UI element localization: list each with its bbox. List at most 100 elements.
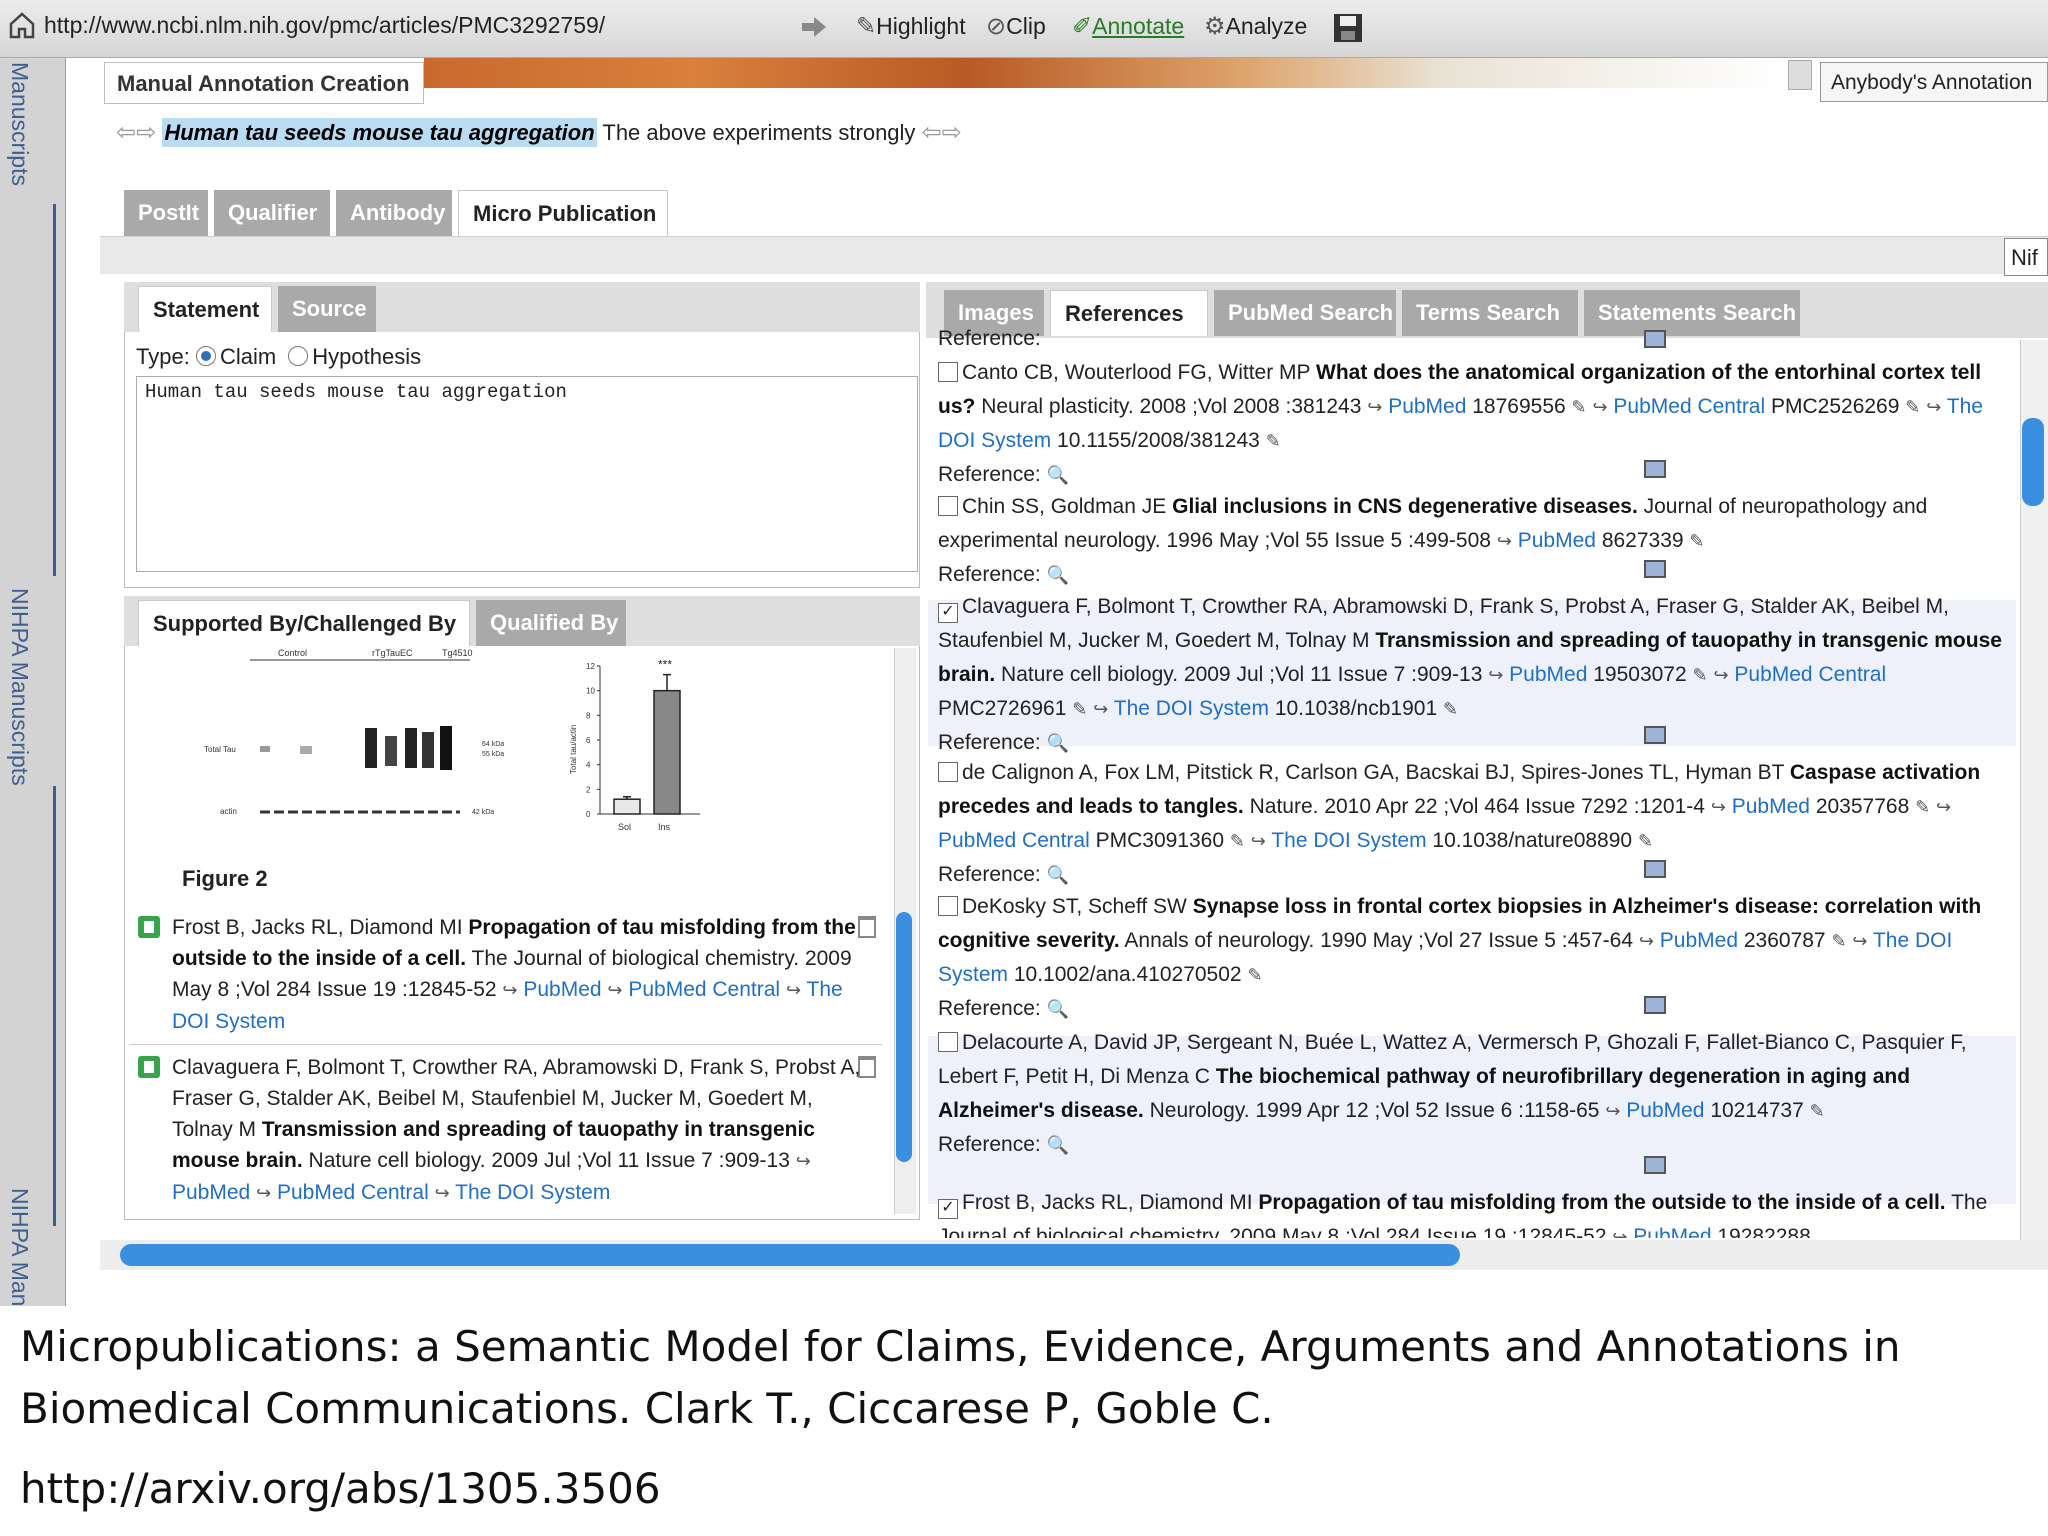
pubmed-link[interactable]: PubMed — [1509, 663, 1587, 686]
screen-icon[interactable] — [1644, 330, 1666, 348]
figure-image: Control rTgTauEC Tg4510 Total Tau actin … — [200, 646, 710, 846]
pmc-link[interactable]: PubMed Central — [1734, 663, 1886, 686]
sidebar-item-nihpa-manuscripts[interactable]: NIHPA Manuscripts — [6, 588, 33, 786]
edit-pencil-icon[interactable]: ✎ — [1810, 1094, 1825, 1128]
ref-journal: Neurology. 1999 Apr 12 ;Vol 52 Issue 6 :… — [1149, 1099, 1600, 1122]
blot-label-64kda: 64 kDa — [482, 741, 504, 748]
prev-arrow-icon[interactable]: ⇦ — [116, 119, 136, 146]
pubmed-id: 18769556 — [1472, 395, 1566, 418]
sidebar-item-manuscripts[interactable]: Manuscripts — [6, 62, 33, 186]
ref-authors: de Calignon A, Fox LM, Pitstick R, Carls… — [962, 761, 1785, 784]
clip-button[interactable]: ⊘Clip — [986, 12, 1046, 41]
doi-link[interactable]: The DOI System — [455, 1181, 610, 1204]
reference-item: DeKosky ST, Scheff SW Synapse loss in fr… — [938, 890, 2014, 1026]
edit-pencil-icon[interactable]: ✎ — [1443, 692, 1458, 726]
entry-divider — [130, 1044, 882, 1045]
tab-micro-publication[interactable]: Micro Publication — [458, 190, 668, 236]
edit-pencil-icon[interactable]: ✎ — [1072, 692, 1087, 726]
screen-icon[interactable] — [1644, 460, 1666, 478]
references-scroll-thumb[interactable] — [2022, 418, 2044, 506]
screen-icon[interactable] — [1644, 560, 1666, 578]
highlight-button[interactable]: ✎Highlight — [856, 12, 966, 41]
url-field[interactable]: http://www.ncbi.nlm.nih.gov/pmc/articles… — [44, 12, 605, 39]
reference-checkbox[interactable]: ✓ — [938, 1199, 958, 1219]
edit-pencil-icon[interactable]: ✎ — [1831, 924, 1846, 958]
reference-item: Chin SS, Goldman JE Glial inclusions in … — [938, 490, 2014, 592]
search-icon[interactable]: 🔍 — [1047, 726, 1069, 760]
reference-checkbox[interactable]: ✓ — [938, 603, 958, 623]
search-icon[interactable]: 🔍 — [1047, 558, 1069, 592]
next-arrow-icon[interactable]: ⇨ — [136, 119, 156, 146]
edit-pencil-icon[interactable]: ✎ — [1230, 824, 1245, 858]
pmc-link[interactable]: PubMed Central — [628, 978, 780, 1001]
clip-label: Clip — [1006, 13, 1046, 39]
pubmed-link[interactable]: PubMed — [1626, 1099, 1704, 1122]
go-arrow-icon[interactable] — [800, 14, 828, 45]
search-icon[interactable]: 🔍 — [1047, 458, 1069, 492]
edit-pencil-icon[interactable]: ✎ — [1689, 524, 1704, 558]
screen-icon[interactable] — [1644, 726, 1666, 744]
screen-icon[interactable] — [1644, 860, 1666, 878]
collapse-handle[interactable] — [1788, 60, 1812, 90]
tab-postit[interactable]: PostIt — [124, 190, 208, 236]
reference-item: ✓ Clavaguera F, Bolmont T, Crowther RA, A… — [938, 590, 2014, 760]
doi-link[interactable]: The DOI System — [1271, 829, 1426, 852]
pubmed-link[interactable]: PubMed — [1732, 795, 1810, 818]
hypothesis-radio[interactable] — [288, 346, 309, 366]
highlight-icon: ✎ — [856, 13, 877, 40]
search-icon[interactable]: 🔍 — [1047, 858, 1069, 892]
search-icon[interactable]: 🔍 — [1047, 1128, 1069, 1162]
reference-checkbox[interactable] — [938, 496, 958, 516]
reference-checkbox[interactable] — [938, 896, 958, 916]
nif-button[interactable]: Nif — [2004, 238, 2048, 276]
blot-lanes — [260, 726, 460, 814]
search-icon[interactable]: 🔍 — [1047, 992, 1069, 1026]
pmc-id: PMC3091360 — [1095, 829, 1225, 852]
tab-source[interactable]: Source — [278, 286, 376, 332]
pubmed-link[interactable]: PubMed — [1518, 529, 1596, 552]
reference-label: Reference: — [938, 463, 1041, 486]
claim-radio[interactable] — [195, 346, 216, 366]
tab-qualifier[interactable]: Qualifier — [214, 190, 330, 236]
tab-qualified-by[interactable]: Qualified By — [476, 600, 626, 646]
pubmed-link[interactable]: PubMed — [1388, 395, 1466, 418]
reference-checkbox[interactable] — [938, 362, 958, 382]
statement-textarea[interactable]: Human tau seeds mouse tau aggregation — [136, 376, 918, 572]
reference-checkbox[interactable] — [938, 1032, 958, 1052]
pmc-link[interactable]: PubMed Central — [938, 829, 1090, 852]
pubmed-link[interactable]: PubMed — [523, 978, 601, 1001]
edit-pencil-icon[interactable]: ✎ — [1905, 390, 1920, 424]
edit-pencil-icon[interactable]: ✎ — [1915, 790, 1930, 824]
edit-pencil-icon[interactable]: ✎ — [1638, 824, 1653, 858]
screen-icon[interactable] — [1644, 996, 1666, 1014]
edit-pencil-icon[interactable]: ✎ — [1572, 390, 1587, 424]
anybodys-annotation-tab[interactable]: Anybody's Annotation — [1820, 62, 2048, 102]
caption-url[interactable]: http://arxiv.org/abs/1305.3506 — [20, 1464, 661, 1513]
edit-pencil-icon[interactable]: ✎ — [1266, 424, 1281, 458]
home-icon[interactable] — [8, 10, 36, 45]
save-icon[interactable] — [1332, 12, 1364, 49]
pmc-link[interactable]: PubMed Central — [277, 1181, 429, 1204]
edit-pencil-icon[interactable]: ✎ — [1693, 658, 1708, 692]
tab-antibody[interactable]: Antibody — [336, 190, 452, 236]
pmc-link[interactable]: PubMed Central — [1613, 395, 1765, 418]
prev-arrow-icon[interactable]: ⇦ — [922, 119, 942, 146]
screen-icon[interactable] — [1644, 1156, 1666, 1174]
pubmed-link[interactable]: PubMed — [172, 1181, 250, 1204]
annotate-button[interactable]: ✐Annotate — [1072, 12, 1184, 41]
doi-link[interactable]: The DOI System — [1114, 697, 1269, 720]
horizontal-scroll-thumb[interactable] — [120, 1244, 1460, 1266]
edit-pencil-icon[interactable]: ✎ — [1247, 958, 1262, 992]
supported-scroll-thumb[interactable] — [896, 912, 912, 1162]
pubmed-link[interactable]: PubMed — [1633, 1225, 1711, 1238]
tab-supported-by[interactable]: Supported By/Challenged By — [138, 600, 470, 646]
reference-checkbox[interactable] — [938, 762, 958, 782]
next-arrow-icon[interactable]: ⇨ — [942, 119, 962, 146]
sidebar-item-nihpa-man[interactable]: NIHPA Man — [6, 1188, 33, 1306]
analyze-button[interactable]: ⚙Analyze — [1204, 12, 1307, 41]
link-arrow-icon: ↪ — [1496, 531, 1512, 551]
pubmed-link[interactable]: PubMed — [1660, 929, 1738, 952]
analyze-label: Analyze — [1225, 13, 1308, 39]
tab-statement[interactable]: Statement — [138, 286, 272, 332]
link-arrow-icon: ↪ — [1367, 397, 1383, 417]
